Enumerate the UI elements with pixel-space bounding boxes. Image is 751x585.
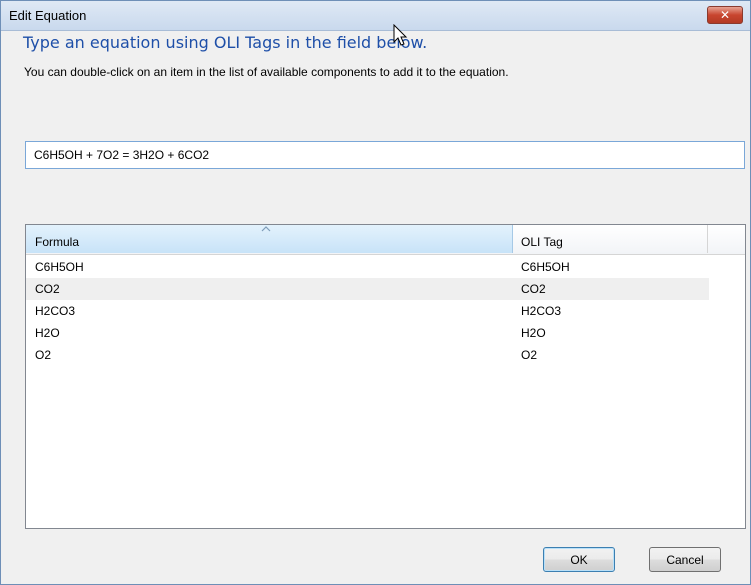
- list-item[interactable]: H2CO3 H2CO3: [26, 300, 709, 322]
- list-item[interactable]: H2O H2O: [26, 322, 709, 344]
- close-icon: ✕: [719, 8, 731, 22]
- window-title: Edit Equation: [9, 8, 87, 23]
- column-label-oli-tag: OLI Tag: [521, 235, 563, 249]
- list-item[interactable]: CO2 CO2: [26, 278, 709, 300]
- dialog-heading: Type an equation using OLI Tags in the f…: [23, 33, 428, 52]
- oli-tag-cell: CO2: [521, 282, 546, 296]
- edit-equation-dialog: Edit Equation ✕ Type an equation using O…: [0, 0, 751, 585]
- formula-cell: CO2: [35, 282, 60, 296]
- formula-cell: H2CO3: [35, 304, 76, 318]
- list-item[interactable]: C6H5OH C6H5OH: [26, 256, 709, 278]
- title-bar[interactable]: Edit Equation ✕: [1, 1, 750, 31]
- column-header-formula[interactable]: Formula: [26, 225, 513, 253]
- close-button[interactable]: ✕: [707, 6, 743, 24]
- cancel-button[interactable]: Cancel: [649, 547, 721, 572]
- instructions-text: You can double-click on an item in the l…: [24, 65, 509, 79]
- column-header-oli-tag[interactable]: OLI Tag: [513, 225, 708, 253]
- column-header-filler: [708, 225, 745, 253]
- ok-button[interactable]: OK: [543, 547, 615, 572]
- formula-cell: O2: [35, 348, 52, 362]
- oli-tag-cell: H2O: [521, 326, 546, 340]
- list-item[interactable]: O2 O2: [26, 344, 709, 366]
- list-header: Formula OLI Tag: [26, 225, 745, 255]
- column-label-formula: Formula: [35, 235, 80, 249]
- oli-tag-cell: H2CO3: [521, 304, 562, 318]
- formula-cell: C6H5OH: [35, 260, 84, 274]
- equation-input[interactable]: [25, 141, 745, 169]
- mouse-pointer-icon: [393, 24, 408, 46]
- sort-ascending-icon: [261, 226, 271, 232]
- oli-tag-cell: C6H5OH: [521, 260, 570, 274]
- components-list[interactable]: Formula OLI Tag C6H5OH C6H5OH CO2 CO2 H2…: [25, 224, 746, 529]
- formula-cell: H2O: [35, 326, 60, 340]
- oli-tag-cell: O2: [521, 348, 538, 362]
